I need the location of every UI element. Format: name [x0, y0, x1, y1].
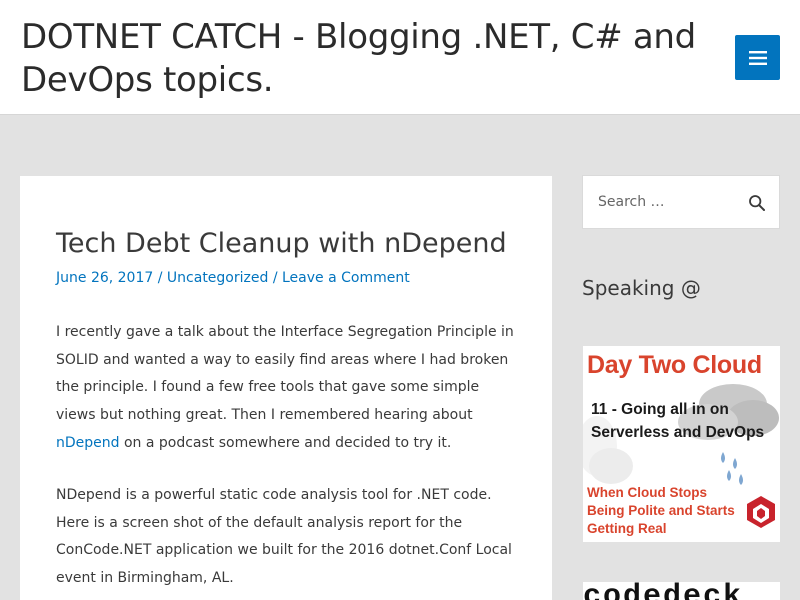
site-title[interactable]: DOTNET CATCH - Blogging .NET, C# and Dev…: [21, 16, 701, 102]
post-article: Tech Debt Cleanup with nDepend June 26, …: [20, 176, 552, 600]
speaking-widget-title: Speaking @: [582, 276, 701, 300]
site-header: DOTNET CATCH - Blogging .NET, C# and Dev…: [0, 0, 800, 115]
meta-separator: /: [153, 270, 167, 286]
paragraph-text: I recently gave a talk about the Interfa…: [56, 324, 514, 424]
post-meta: June 26, 2017 / Uncategorized / Leave a …: [56, 268, 526, 288]
search-form: [582, 175, 780, 229]
hamburger-menu-icon: [748, 50, 767, 65]
meta-separator: /: [268, 270, 282, 286]
post-title[interactable]: Tech Debt Cleanup with nDepend: [56, 226, 526, 262]
search-icon[interactable]: [748, 194, 766, 212]
post-paragraph: I recently gave a talk about the Interfa…: [56, 319, 516, 458]
menu-toggle-button[interactable]: [735, 35, 780, 80]
day-two-cloud-banner[interactable]: Day Two Cloud 11 - Going all in on Serve…: [583, 346, 780, 542]
codedeck-banner[interactable]: codedeck: [583, 582, 780, 600]
category-link[interactable]: Uncategorized: [167, 270, 268, 286]
banner-title: Day Two Cloud: [587, 351, 762, 379]
paragraph-text: on a podcast somewhere and decided to tr…: [119, 434, 452, 451]
leave-comment-link[interactable]: Leave a Comment: [282, 270, 410, 286]
banner-footer: When Cloud Stops Being Polite and Starts…: [587, 485, 735, 536]
ndepend-link[interactable]: nDepend: [56, 435, 120, 451]
post-date-link[interactable]: June 26, 2017: [56, 270, 153, 286]
codedeck-banner-text: codedeck: [583, 582, 744, 600]
banner-subtitle: 11 - Going all in on Serverless and DevO…: [591, 401, 765, 441]
search-input[interactable]: [583, 176, 733, 228]
post-paragraph: NDepend is a powerful static code analys…: [56, 487, 512, 587]
